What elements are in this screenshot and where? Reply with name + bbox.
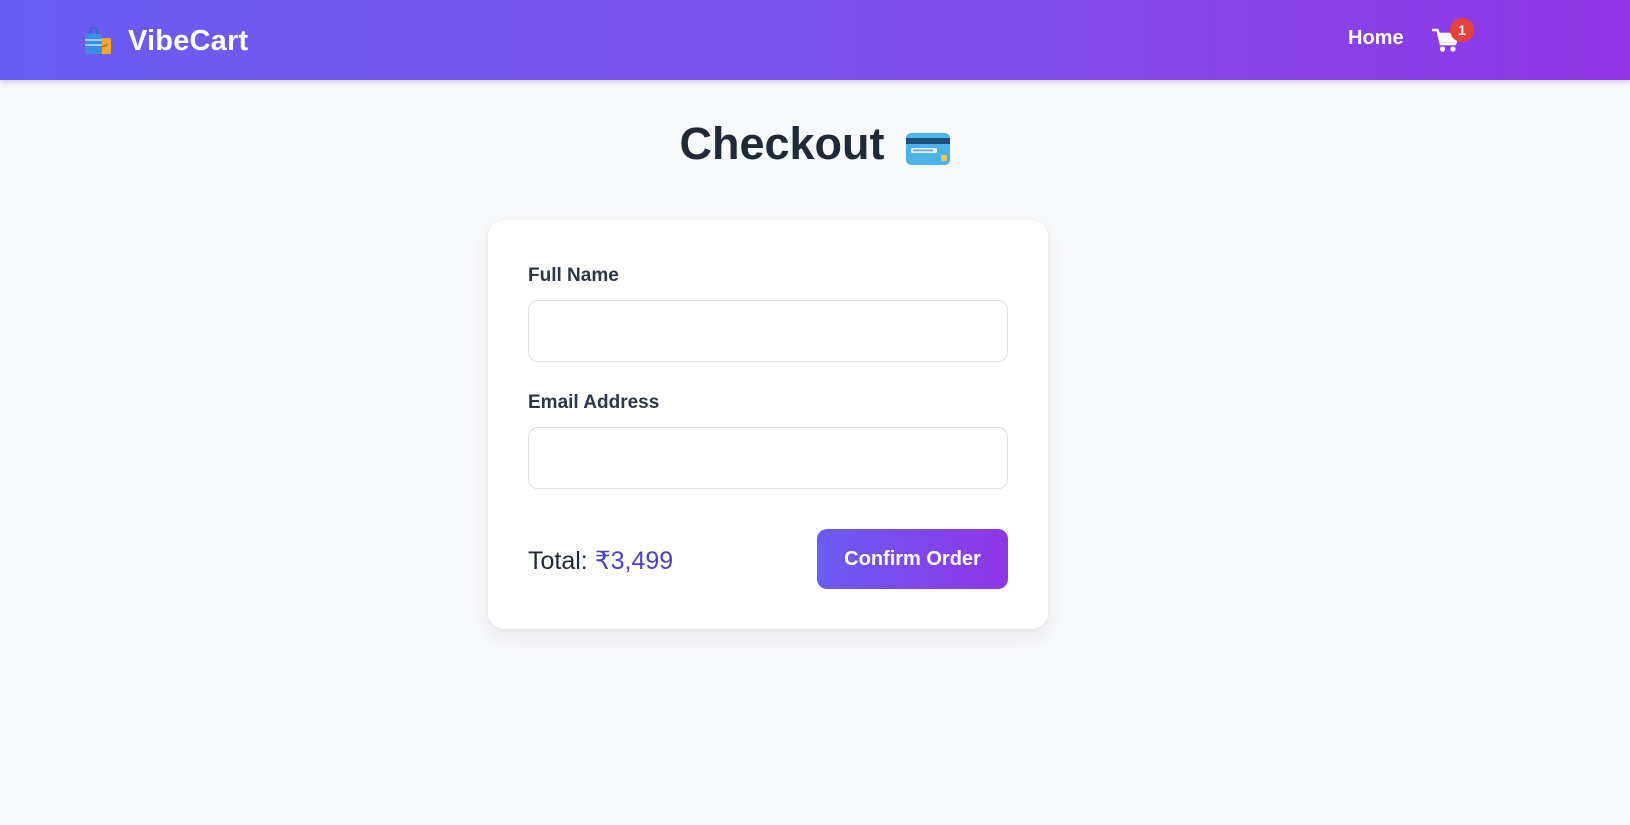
email-input[interactable] — [528, 427, 1008, 489]
total-amount: ₹3,499 — [594, 547, 674, 575]
confirm-order-button[interactable]: Confirm Order — [817, 529, 1008, 589]
shopping-bags-icon — [85, 26, 111, 54]
checkout-form-card: Full Name Email Address Total: ₹3,499 Co… — [488, 220, 1048, 629]
cart-count-badge: 1 — [1450, 18, 1474, 42]
full-name-label: Full Name — [528, 265, 619, 286]
full-name-input[interactable] — [528, 300, 1008, 362]
credit-card-icon — [905, 133, 950, 165]
order-total: Total: ₹3,499 — [528, 546, 673, 576]
nav-link-home[interactable]: Home — [1348, 27, 1404, 50]
cart-button[interactable]: 1 — [1431, 18, 1474, 55]
brand-name: VibeCart — [128, 24, 249, 57]
brand-logo-link[interactable]: VibeCart — [82, 24, 248, 58]
top-navbar: VibeCart Home 1 — [0, 0, 1630, 80]
page-title-row: Checkout — [0, 118, 1630, 170]
email-label: Email Address — [528, 392, 660, 413]
page-title: Checkout — [679, 118, 885, 169]
total-label: Total: — [528, 547, 588, 575]
